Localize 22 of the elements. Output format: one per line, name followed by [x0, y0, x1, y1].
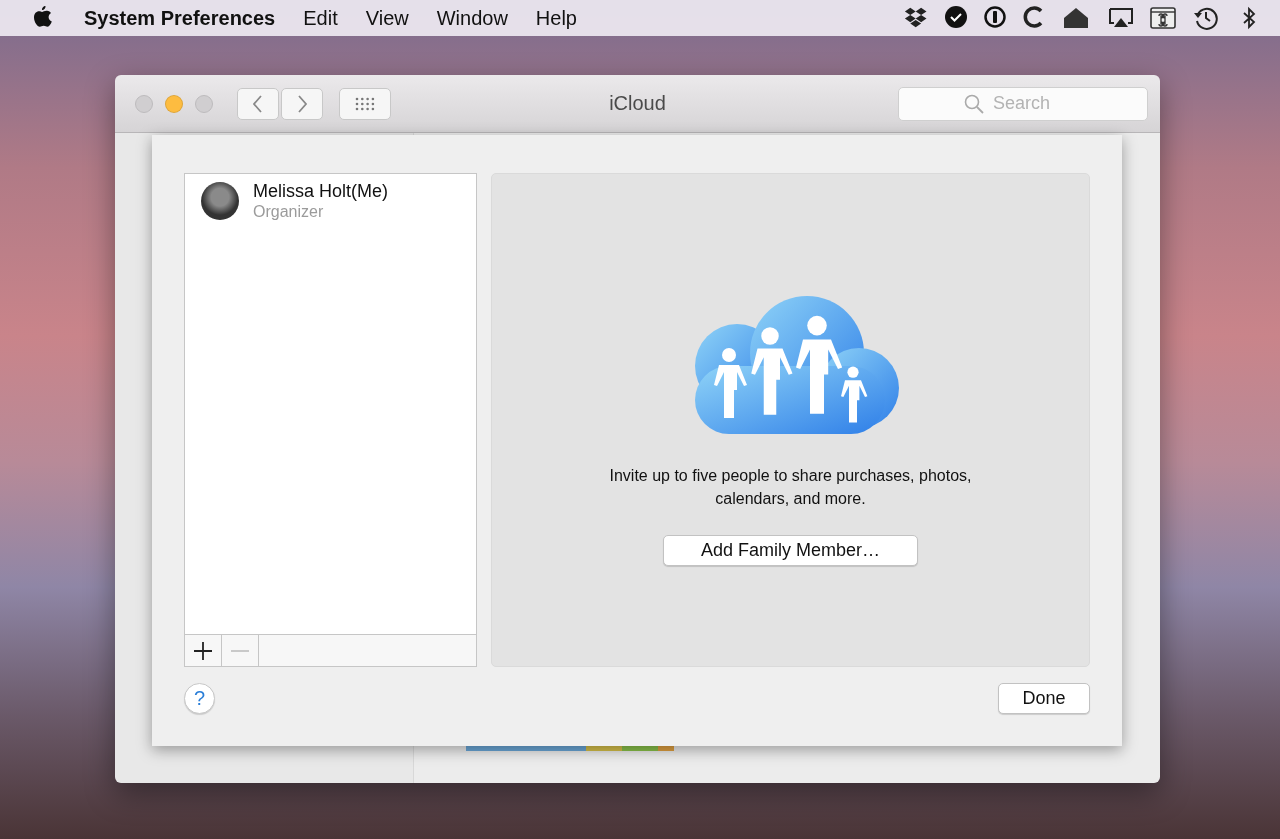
family-member-row[interactable]: Melissa Holt(Me) Organizer: [185, 174, 476, 228]
add-family-member-button[interactable]: Add Family Member…: [663, 535, 918, 566]
menu-item[interactable]: Help: [521, 6, 591, 30]
menu-item[interactable]: View: [351, 6, 423, 30]
minus-icon: [231, 649, 249, 652]
checkmark-icon[interactable]: [945, 6, 969, 30]
member-role: Organizer: [253, 203, 325, 221]
help-button[interactable]: ?: [184, 683, 215, 714]
invite-description: Invite up to five people to share purchases, photos, calendars, and more.: [608, 466, 973, 509]
app-menu[interactable]: System Preferences: [84, 6, 290, 30]
member-name: Melissa Holt(Me): [253, 181, 389, 202]
avatar-circle: [201, 182, 239, 220]
menu-item[interactable]: Edit: [289, 6, 352, 30]
grid-icon: [354, 96, 376, 111]
plus-icon: [194, 641, 212, 660]
search-field[interactable]: Search: [898, 86, 1148, 121]
menu-item[interactable]: Window: [422, 6, 522, 30]
window-title: iCloud: [609, 92, 666, 114]
search-icon: [964, 93, 984, 114]
airplay-icon[interactable]: [1107, 6, 1135, 30]
done-button[interactable]: Done: [998, 683, 1090, 714]
show-all-button[interactable]: [339, 87, 391, 120]
